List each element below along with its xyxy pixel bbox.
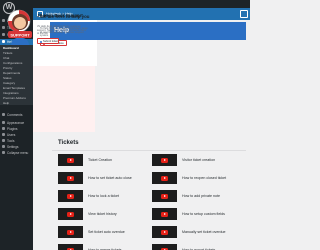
ticket-video-item[interactable]: Set ticket auto overdue [58, 226, 150, 238]
users-icon [2, 133, 5, 136]
play-icon[interactable] [67, 229, 74, 235]
video-thumbnail[interactable] [58, 190, 83, 202]
tickets-heading: Tickets [58, 140, 79, 146]
ticket-video-label: How to merge tickets [88, 248, 122, 250]
sidebar-item-comments[interactable]: Comments [0, 112, 33, 118]
ticket-video-label: Visitor ticket creation [182, 158, 216, 162]
svg-text:SUPPORT: SUPPORT [10, 33, 30, 38]
play-icon[interactable] [161, 157, 168, 163]
ticket-video-label: How to add private note [182, 194, 220, 198]
ticket-video-label: How to export tickets [182, 248, 216, 250]
ticket-video-item[interactable]: Ticket Creation [58, 154, 150, 166]
ticket-video-label: Set ticket auto overdue [88, 230, 125, 234]
play-icon[interactable] [67, 157, 74, 163]
ticket-video-item[interactable]: How to merge tickets [58, 244, 150, 250]
ticket-video-label: Ticket Creation [88, 158, 113, 162]
wrench-icon [2, 139, 5, 142]
ticket-video-item[interactable]: How to add private note [152, 190, 244, 202]
play-icon[interactable] [67, 193, 74, 199]
collapse-icon [2, 151, 5, 154]
ticket-video-label: Manually set ticket overdue [182, 230, 226, 234]
ticket-video-item[interactable]: View ticket history [58, 208, 150, 220]
play-icon[interactable] [161, 193, 168, 199]
video-thumbnail[interactable] [152, 226, 177, 238]
ticket-video-label: How to lock a ticket [88, 194, 119, 198]
ticket-icon [39, 40, 42, 43]
ticket-video-item[interactable]: How to export tickets [152, 244, 244, 250]
support-card-title: JS Help Desk Support [37, 13, 83, 18]
play-icon[interactable] [161, 211, 168, 217]
play-icon[interactable] [67, 175, 74, 181]
video-thumbnail[interactable] [152, 172, 177, 184]
sidebar-collapse-menu[interactable]: Collapse menu [0, 150, 33, 156]
ticket-video-item[interactable]: How to set ticket auto close [58, 172, 150, 184]
play-icon[interactable] [67, 211, 74, 217]
video-thumbnail[interactable] [58, 208, 83, 220]
ticket-video-item[interactable]: How to lock a ticket [58, 190, 150, 202]
video-thumbnail[interactable] [58, 172, 83, 184]
video-thumbnail[interactable] [58, 244, 83, 250]
ticket-video-item[interactable]: How to reopen closed ticket [152, 172, 244, 184]
ticket-video-label: How to reopen closed ticket [182, 176, 227, 180]
support-card-text: JS Help desk delivers timely customer su… [37, 25, 87, 35]
ticket-video-item[interactable]: How to setup custom fields [152, 208, 244, 220]
video-thumbnail[interactable] [152, 154, 177, 166]
video-thumbnail[interactable] [58, 226, 83, 238]
brush-icon [2, 121, 5, 124]
fullscreen-icon[interactable] [240, 10, 248, 18]
support-agent-icon: SUPPORT [8, 14, 32, 45]
divider [52, 150, 246, 151]
ticket-video-label: How to setup custom fields [182, 212, 225, 216]
video-thumbnail[interactable] [152, 244, 177, 250]
comment-icon [2, 113, 5, 116]
submit-ticket-button[interactable]: Submit ticket [37, 38, 59, 44]
video-thumbnail[interactable] [152, 208, 177, 220]
play-icon[interactable] [161, 229, 168, 235]
settings-icon [2, 145, 5, 148]
ticket-video-item[interactable]: Visitor ticket creation [152, 154, 244, 166]
ticket-video-label: View ticket history [88, 212, 117, 216]
video-thumbnail[interactable] [152, 190, 177, 202]
video-thumbnail[interactable] [58, 154, 83, 166]
ticket-video-item[interactable]: Manually set ticket overdue [152, 226, 244, 238]
ticket-video-label: How to set ticket auto close [88, 176, 132, 180]
submenu-help[interactable]: Help [0, 101, 33, 106]
plugin-icon [2, 127, 5, 130]
play-icon[interactable] [161, 175, 168, 181]
